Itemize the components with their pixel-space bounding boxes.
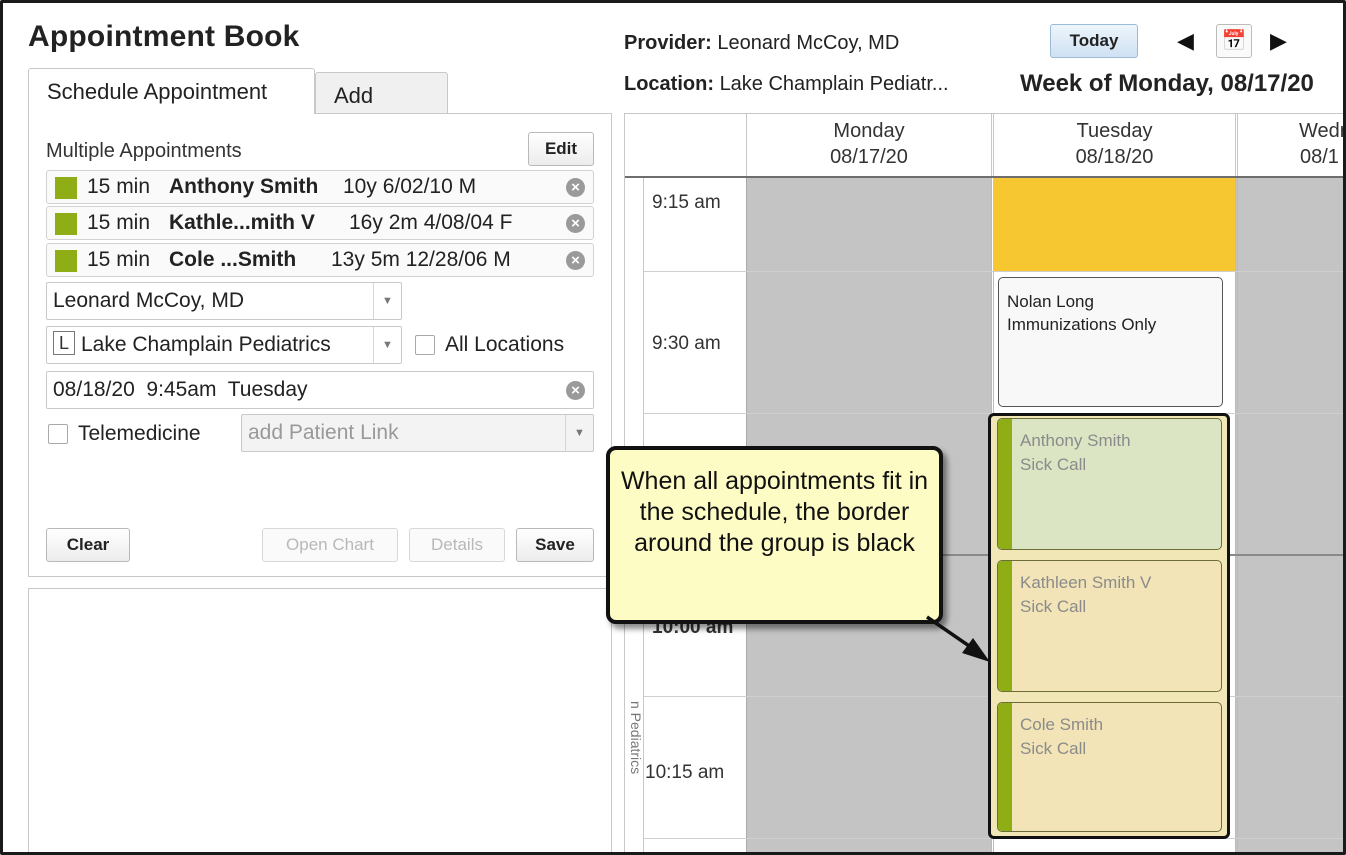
all-locations-label: All Locations — [445, 333, 565, 356]
highlighted-slot[interactable] — [993, 178, 1235, 271]
clear-button[interactable]: Clear — [46, 528, 130, 562]
location-header: Location: Lake Champlain Pediatr... — [624, 73, 949, 96]
appointment-type: Sick Call — [1020, 739, 1087, 758]
appointment-color-bar — [998, 703, 1012, 831]
slot-divider — [644, 271, 1346, 272]
datetime-field[interactable]: 08/18/20 9:45am Tuesday × — [46, 371, 594, 409]
appointment-color-bar — [998, 561, 1012, 691]
chevron-down-icon: ▼ — [565, 415, 593, 451]
provider-select[interactable]: Leonard McCoy, MD ▼ — [46, 282, 402, 320]
appointment-card[interactable]: Cole Smith Sick Call — [997, 702, 1222, 832]
calendar-icon[interactable]: 📅 — [1216, 24, 1252, 58]
location-badge: L — [53, 331, 75, 355]
appointment-row[interactable]: 15 min Kathle...mith V 16y 2m 4/08/04 F … — [46, 206, 594, 240]
tab-schedule-appointment[interactable]: Schedule Appointment — [28, 68, 315, 114]
details-button: Details — [409, 528, 505, 562]
location-strip-label: n Pediatrics — [628, 701, 644, 775]
patient-link-select: add Patient Link ▼ — [241, 414, 594, 452]
page-title: Appointment Book — [28, 20, 300, 53]
appointment-type: Sick Call — [1020, 455, 1087, 474]
wednesday-column[interactable] — [1235, 178, 1346, 855]
remove-icon[interactable]: × — [566, 251, 585, 270]
patient-demographics: 13y 5m 12/28/06 M — [331, 248, 511, 271]
appointment-color-swatch — [55, 177, 77, 199]
tab-add-block[interactable]: Add Block — [315, 72, 448, 134]
appointment-patient: Anthony Smith — [1020, 431, 1131, 450]
appointment-form-panel: Appointment Book Schedule Appointment Ad… — [0, 0, 622, 855]
save-button[interactable]: Save — [516, 528, 594, 562]
patient-name: Kathle...mith V — [169, 211, 315, 234]
appointment-patient: Nolan Long — [1007, 292, 1094, 311]
appointment-row[interactable]: 15 min Anthony Smith 10y 6/02/10 M × — [46, 170, 594, 204]
patient-demographics: 16y 2m 4/08/04 F — [349, 211, 513, 234]
telemedicine-label: Telemedicine — [78, 422, 201, 445]
remove-icon[interactable]: × — [566, 178, 585, 197]
chevron-down-icon[interactable]: ▼ — [373, 327, 401, 363]
open-chart-button: Open Chart — [262, 528, 398, 562]
day-name: Monday — [833, 120, 905, 142]
appointment-card[interactable]: Kathleen Smith V Sick Call — [997, 560, 1222, 692]
appointment-duration: 15 min — [87, 248, 151, 271]
chevron-down-icon[interactable]: ▼ — [373, 283, 401, 319]
appointment-color-swatch — [55, 250, 77, 272]
provider-select-value: Leonard McCoy, MD — [53, 289, 245, 312]
time-label: 10:15 am — [645, 762, 725, 783]
day-name: Wedr — [1299, 120, 1346, 142]
provider-header: Provider: Leonard McCoy, MD — [624, 32, 899, 55]
appointment-type: Immunizations Only — [1007, 315, 1157, 334]
day-header-wednesday[interactable]: Wedr 08/1 — [1235, 114, 1346, 176]
appointment-duration: 15 min — [87, 211, 151, 234]
appointment-type: Sick Call — [1020, 597, 1087, 616]
appointment-patient: Cole Smith — [1020, 715, 1104, 734]
datetime-value: 08/18/20 9:45am Tuesday — [53, 378, 308, 401]
week-label: Week of Monday, 08/17/20 — [1020, 70, 1314, 97]
patient-demographics: 10y 6/02/10 M — [343, 175, 477, 198]
day-header-monday[interactable]: Monday 08/17/20 — [746, 114, 991, 176]
appointment-card[interactable]: Nolan Long Immunizations Only — [998, 277, 1223, 407]
time-label: 9:30 am — [652, 333, 721, 354]
multiple-appointments-label: Multiple Appointments — [46, 140, 242, 162]
remove-icon[interactable]: × — [566, 214, 585, 233]
appointment-patient: Kathleen Smith V — [1020, 573, 1152, 592]
day-name: Tuesday — [1076, 120, 1153, 142]
appointment-duration: 15 min — [87, 175, 151, 198]
patient-link-placeholder: add Patient Link — [248, 421, 399, 444]
appointment-color-bar — [998, 419, 1012, 549]
provider-name: Leonard McCoy, MD — [717, 32, 900, 54]
all-locations-checkbox[interactable] — [415, 335, 435, 355]
day-date: 08/17/20 — [830, 146, 908, 168]
appointment-card[interactable]: Anthony Smith Sick Call — [997, 418, 1222, 550]
lower-empty-panel — [28, 588, 612, 855]
telemedicine-checkbox[interactable] — [48, 424, 68, 444]
location-select-value: Lake Champlain Pediatrics — [81, 333, 331, 356]
appointment-color-swatch — [55, 213, 77, 235]
edit-button[interactable]: Edit — [528, 132, 594, 166]
callout-note: When all appointments fit in the schedul… — [606, 446, 943, 624]
day-date: 08/18/20 — [1075, 146, 1154, 168]
day-date: 08/1 — [1300, 146, 1339, 168]
location-select[interactable]: L Lake Champlain Pediatrics ▼ — [46, 326, 402, 364]
today-button[interactable]: Today — [1050, 24, 1138, 58]
location-key: Location: — [624, 73, 714, 95]
next-arrow-icon[interactable]: ▶ — [1270, 28, 1287, 54]
time-label: 9:15 am — [652, 192, 721, 213]
patient-name: Anthony Smith — [169, 175, 319, 198]
previous-arrow-icon[interactable]: ◀ — [1177, 28, 1194, 54]
provider-key: Provider: — [624, 32, 712, 54]
clear-icon[interactable]: × — [566, 381, 585, 400]
location-name: Lake Champlain Pediatr... — [719, 73, 949, 95]
day-header-tuesday[interactable]: Tuesday 08/18/20 — [991, 114, 1235, 176]
patient-name: Cole ...Smith — [169, 248, 297, 271]
appointment-row[interactable]: 15 min Cole ...Smith 13y 5m 12/28/06 M × — [46, 243, 594, 277]
